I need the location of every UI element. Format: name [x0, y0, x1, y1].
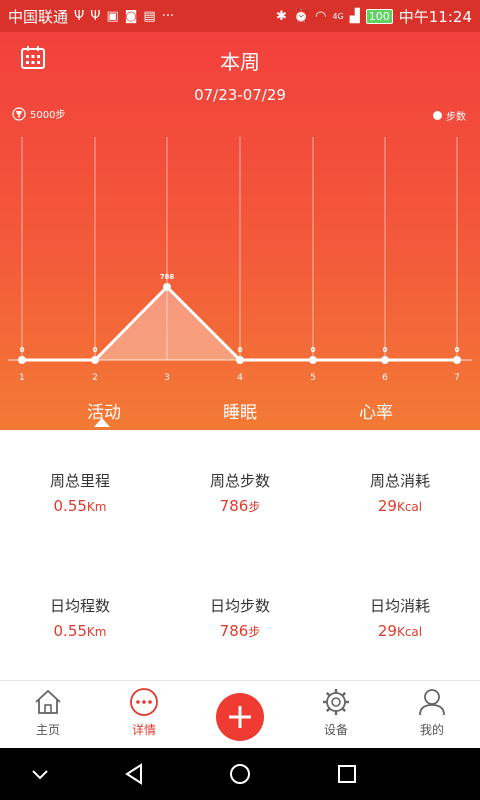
stat-value: 29Kcal — [377, 497, 423, 515]
clock: 中午11:24 — [398, 8, 472, 26]
data-label: 0 — [93, 346, 98, 354]
tab-heart-rate[interactable]: 心率 — [316, 398, 436, 423]
stat-value: 786步 — [219, 622, 261, 640]
photo-app-icon: ◙ — [124, 9, 138, 24]
lock-app-icon: ▣ — [106, 9, 119, 24]
stat-daily-steps: 日均步数 786步 — [160, 595, 320, 640]
stat-value: 0.55Km — [53, 622, 107, 640]
x-tick-label: 4 — [237, 373, 243, 383]
nav-mine-label: 我的 — [419, 723, 444, 737]
system-navigation-bar — [0, 748, 480, 800]
data-point — [91, 356, 99, 364]
metric-tabs: 活动 睡眠 心率 — [0, 388, 480, 430]
bottom-navigation: 主页 详情 设备 我的 — [0, 680, 480, 748]
stat-label: 日均步数 — [209, 597, 270, 615]
stat-label: 周总消耗 — [369, 472, 430, 490]
recents-icon[interactable] — [335, 762, 359, 786]
step-goal-label: 5000步 — [30, 110, 66, 121]
back-icon[interactable] — [122, 762, 146, 786]
legend-label: 步数 — [446, 112, 466, 123]
nav-devices-label: 设备 — [323, 723, 348, 737]
tab-sleep[interactable]: 睡眠 — [180, 398, 300, 423]
usb-icon: Ψ — [74, 9, 85, 24]
plus-icon — [229, 706, 251, 728]
data-point — [236, 356, 244, 364]
x-tick-label: 1 — [19, 373, 25, 383]
legend-marker — [433, 111, 442, 120]
active-tab-indicator — [94, 418, 110, 427]
home-circle-icon[interactable] — [228, 762, 252, 786]
stat-daily-distance: 日均程数 0.55Km — [0, 595, 160, 640]
nav-home[interactable]: 主页 — [0, 687, 96, 738]
data-label: 0 — [20, 346, 25, 354]
weekly-header: 本周 07/23-07/29 5000步 步数 0 1 0 2 786 3 0 4 0 5 0 6 0 7… — [0, 32, 480, 430]
signal-icon: ▟ — [349, 9, 360, 24]
network-type-label: 4G — [332, 12, 344, 21]
stat-value: 786步 — [219, 497, 261, 515]
stat-label: 周总里程 — [49, 472, 110, 490]
nav-home-label: 主页 — [35, 723, 60, 737]
stat-label: 周总步数 — [209, 472, 270, 490]
stat-value: 29Kcal — [377, 622, 423, 640]
data-label: 0 — [455, 346, 460, 354]
x-tick-label: 7 — [454, 373, 460, 383]
more-notifications-icon: ··· — [161, 9, 175, 24]
stat-label: 日均消耗 — [369, 597, 430, 615]
stat-value: 0.55Km — [53, 497, 107, 515]
data-label: 0 — [311, 346, 316, 354]
more-dots-icon — [130, 688, 158, 716]
weekly-steps-chart: 0 1 0 2 786 3 0 4 0 5 0 6 0 7 — [8, 137, 472, 383]
data-point — [163, 282, 171, 291]
page-title: 本周 — [220, 50, 260, 74]
alarm-icon: ⏰ — [292, 9, 310, 24]
status-bar: 中国联通 Ψ Ψ ▣ ◙ ▤ ··· ✱ ⏰ ◠ 4G ▟ 100 中午11:2… — [0, 0, 480, 32]
user-icon — [419, 689, 445, 716]
step-goal: 5000步 — [12, 106, 65, 121]
collapse-icon[interactable] — [28, 762, 52, 786]
home-icon — [35, 689, 61, 714]
x-tick-label: 2 — [92, 373, 98, 383]
nav-details-label: 详情 — [131, 723, 156, 737]
stat-weekly-distance: 周总里程 0.55Km — [0, 470, 160, 515]
stat-weekly-steps: 周总步数 786步 — [160, 470, 320, 515]
data-label: 786 — [160, 273, 175, 281]
stat-daily-calories: 日均消耗 29Kcal — [320, 595, 480, 640]
data-label: 0 — [383, 346, 388, 354]
nav-devices[interactable]: 设备 — [288, 687, 384, 738]
stat-label: 日均程数 — [49, 597, 110, 615]
add-button[interactable] — [216, 693, 264, 741]
gear-icon — [323, 689, 349, 715]
x-tick-label: 5 — [310, 373, 316, 383]
x-tick-label: 6 — [382, 373, 388, 383]
x-tick-label: 3 — [164, 373, 170, 383]
data-point — [309, 356, 317, 364]
nav-details[interactable]: 详情 — [96, 687, 192, 738]
chart-legend: 步数 — [433, 108, 466, 123]
wifi-icon: ◠ — [315, 9, 327, 24]
bluetooth-icon: ✱ — [276, 9, 287, 24]
stats-grid: 周总里程 0.55Km 周总步数 786步 周总消耗 29Kcal 日均程数 0… — [0, 430, 480, 680]
record-app-icon: ▤ — [143, 9, 156, 24]
data-point — [381, 356, 389, 364]
data-point — [18, 356, 26, 364]
nav-mine[interactable]: 我的 — [384, 687, 480, 738]
usb-icon: Ψ — [90, 9, 101, 24]
stat-weekly-calories: 周总消耗 29Kcal — [320, 470, 480, 515]
trophy-icon — [12, 106, 26, 121]
data-point — [453, 356, 461, 364]
data-label: 0 — [238, 346, 243, 354]
date-range: 07/23-07/29 — [194, 86, 286, 104]
battery-icon: 100 — [365, 9, 393, 24]
carrier-label: 中国联通 — [8, 8, 69, 26]
